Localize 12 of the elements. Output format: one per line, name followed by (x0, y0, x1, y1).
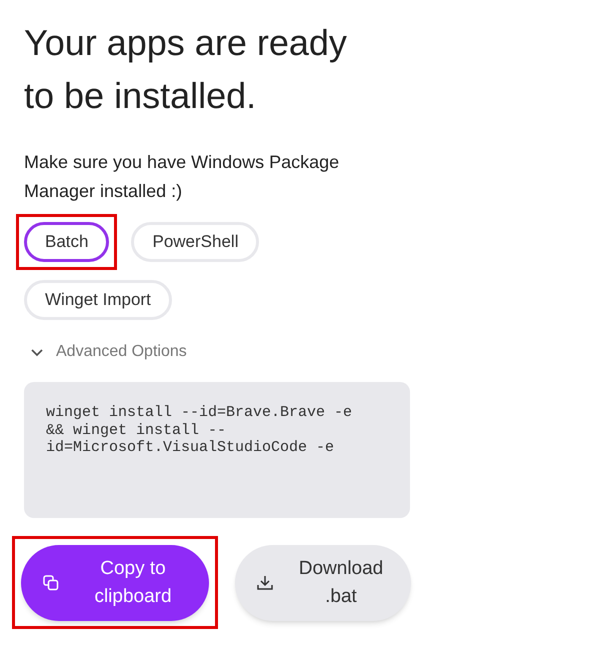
chevron-icon (30, 346, 44, 358)
format-tab[interactable]: PowerShell (131, 222, 260, 262)
format-tab[interactable]: Batch (24, 222, 110, 262)
download-icon (257, 575, 273, 591)
copy-icon (43, 575, 59, 591)
download-button[interactable]: Download .bat (235, 545, 411, 621)
instruction-text: Make sure you have Windows Package Manager installed :) (24, 151, 340, 203)
page-heading: Your apps are ready to be installed. (24, 21, 348, 118)
format-tab[interactable]: Winget Import (24, 280, 172, 320)
advanced-options-toggle[interactable]: Advanced Options (30, 340, 187, 364)
copy-button[interactable]: Copy to clipboard (21, 545, 209, 621)
command-text: winget install --id=Brave.Brave -e && winget install -- id=Microsoft.VisualStudioCode -e (46, 404, 354, 456)
